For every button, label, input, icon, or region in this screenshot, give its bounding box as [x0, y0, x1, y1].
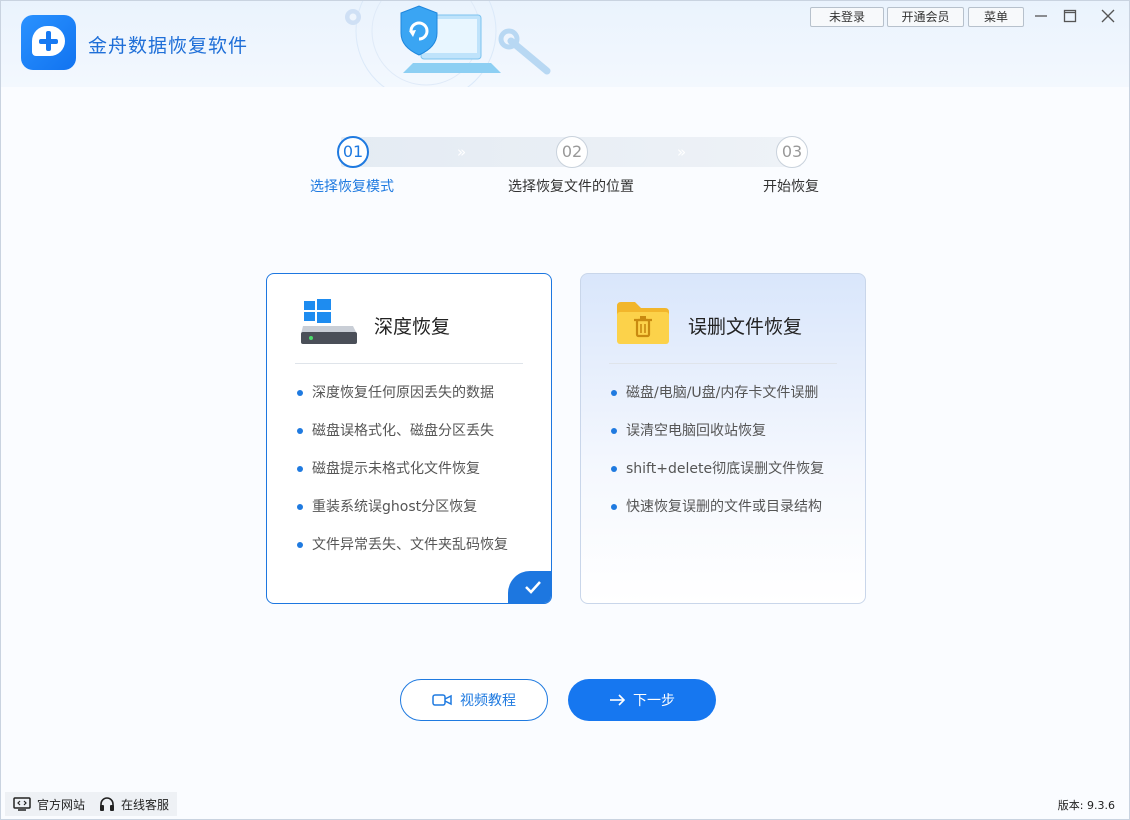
- feature-item: 磁盘/电脑/U盘/内存卡文件误删: [609, 382, 824, 420]
- step-3-number: 03: [776, 136, 808, 168]
- feature-item: 磁盘提示未格式化文件恢复: [295, 458, 508, 496]
- next-step-label: 下一步: [633, 693, 675, 709]
- card-divider: [609, 363, 837, 364]
- next-step-button[interactable]: 下一步: [568, 679, 716, 721]
- card-title: 深度恢复: [374, 316, 451, 338]
- step-2-label: 选择恢复文件的位置: [508, 179, 634, 195]
- menu-button[interactable]: 菜单: [968, 7, 1024, 27]
- video-tutorial-label: 视频教程: [460, 693, 516, 709]
- monitor-icon: [13, 797, 31, 811]
- video-tutorial-button[interactable]: 视频教程: [400, 679, 548, 721]
- official-website-label: 官方网站: [37, 797, 86, 812]
- feature-item: shift+delete彻底误删文件恢复: [609, 458, 824, 496]
- headset-icon: [100, 797, 114, 811]
- feature-item: 快速恢复误删的文件或目录结构: [609, 496, 824, 534]
- maximize-icon[interactable]: [1058, 5, 1082, 27]
- video-camera-icon: [432, 694, 452, 706]
- online-support-link[interactable]: 在线客服: [91, 792, 178, 816]
- minimize-icon[interactable]: [1029, 5, 1053, 27]
- card-divider: [295, 363, 523, 364]
- online-support-label: 在线客服: [121, 797, 170, 812]
- open-vip-button[interactable]: 开通会员: [887, 7, 964, 27]
- title-bar: 金舟数据恢复软件 未登录 开通会员 菜单: [1, 1, 1129, 87]
- step-3-label: 开始恢复: [763, 179, 819, 195]
- official-website-link[interactable]: 官方网站: [5, 792, 94, 816]
- app-title: 金舟数据恢复软件: [88, 35, 249, 57]
- feature-item: 深度恢复任何原因丢失的数据: [295, 382, 508, 420]
- feature-item: 误清空电脑回收站恢复: [609, 420, 824, 458]
- step-1-label: 选择恢复模式: [310, 179, 394, 195]
- deep-recovery-card[interactable]: 深度恢复 深度恢复任何原因丢失的数据 磁盘误格式化、磁盘分区丢失 磁盘提示未格式…: [266, 273, 552, 604]
- step-separator-2: »: [677, 143, 686, 161]
- card-title: 误删文件恢复: [688, 316, 803, 338]
- feature-item: 文件异常丢失、文件夹乱码恢复: [295, 534, 508, 572]
- step-2-number: 02: [556, 136, 588, 168]
- arrow-right-icon: [610, 694, 625, 706]
- login-button[interactable]: 未登录: [810, 7, 884, 27]
- feature-list: 深度恢复任何原因丢失的数据 磁盘误格式化、磁盘分区丢失 磁盘提示未格式化文件恢复…: [295, 382, 508, 572]
- deleted-file-recovery-card[interactable]: 误删文件恢复 磁盘/电脑/U盘/内存卡文件误删 误清空电脑回收站恢复 shift…: [580, 273, 866, 604]
- step-1-number: 01: [337, 136, 369, 168]
- step-separator-1: »: [457, 143, 466, 161]
- feature-list: 磁盘/电脑/U盘/内存卡文件误删 误清空电脑回收站恢复 shift+delete…: [609, 382, 824, 534]
- feature-item: 重装系统误ghost分区恢复: [295, 496, 508, 534]
- checkmark-icon: [525, 581, 541, 594]
- app-logo: [21, 15, 76, 70]
- hard-drive-windows-icon: [301, 299, 357, 344]
- selected-badge: [508, 571, 551, 603]
- feature-item: 磁盘误格式化、磁盘分区丢失: [295, 420, 508, 458]
- hero-illustration: [345, 1, 551, 87]
- folder-trash-icon: [617, 302, 669, 344]
- close-icon[interactable]: [1096, 5, 1120, 27]
- version-label: 版本: 9.3.6: [1057, 799, 1115, 812]
